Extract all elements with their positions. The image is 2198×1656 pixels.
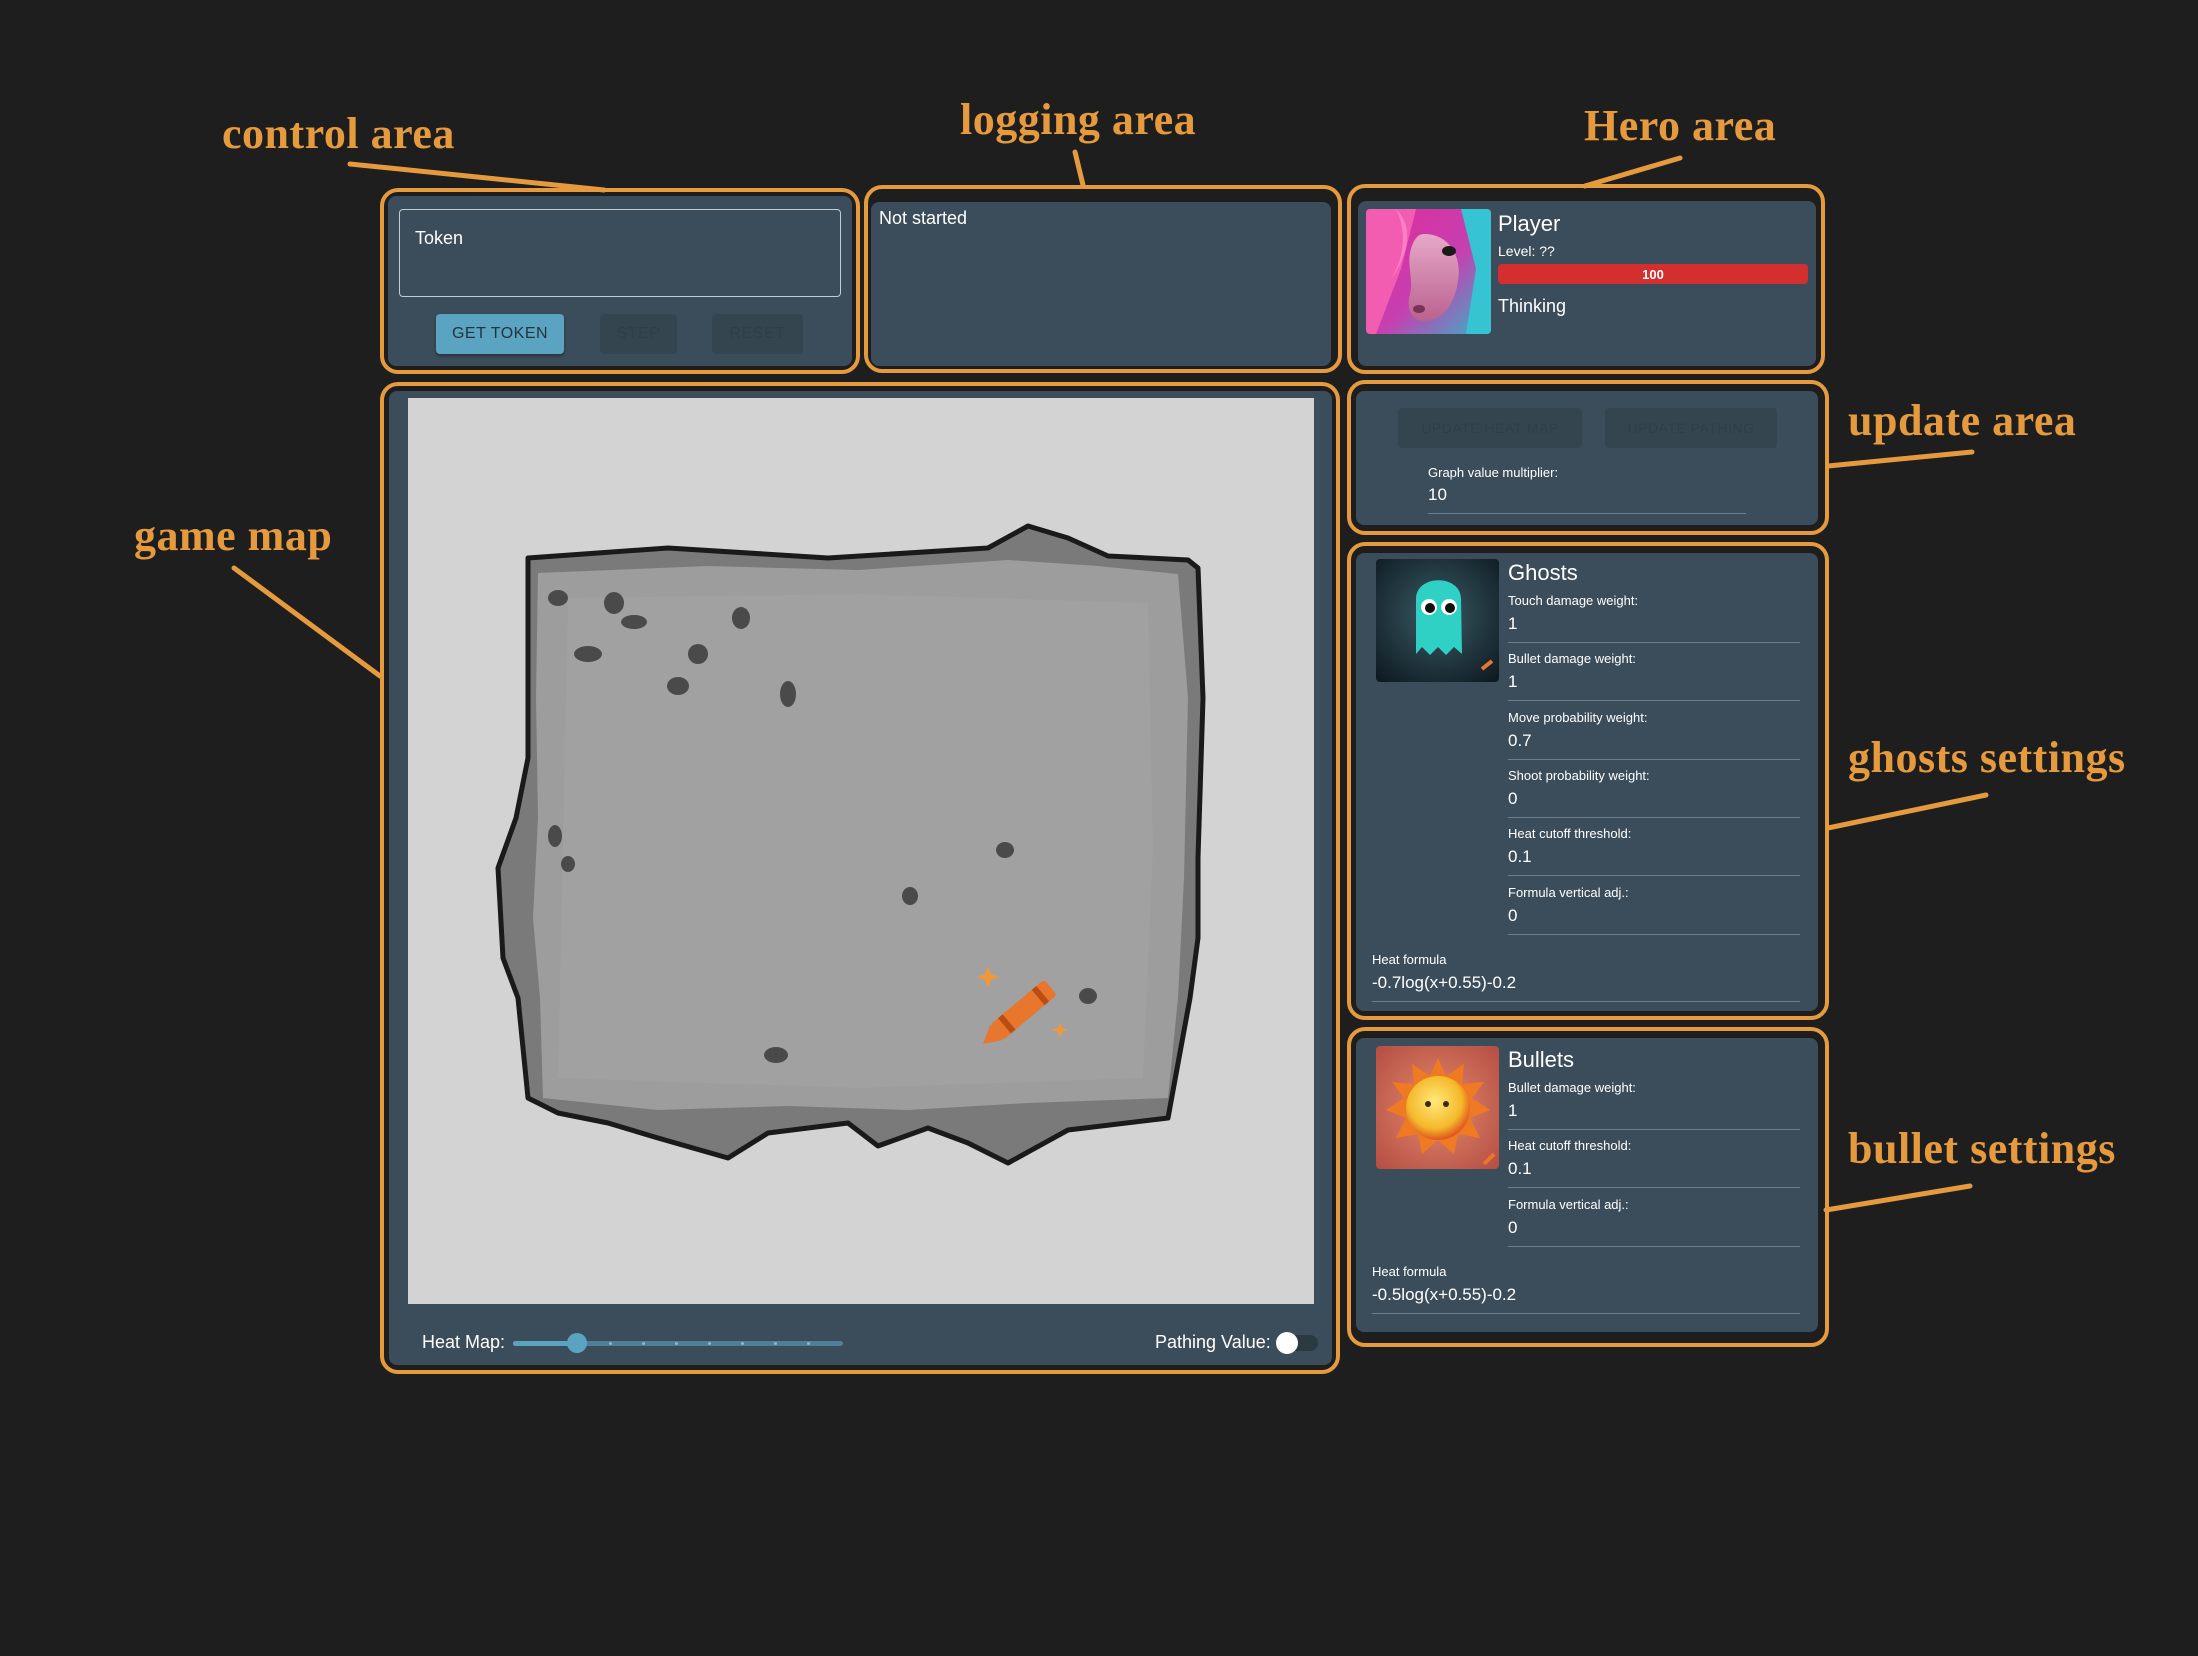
ghost-vertical-adj-input[interactable]: 0 [1508, 906, 1517, 926]
bullet-heat-formula-underline [1372, 1313, 1800, 1314]
heat-map-slider-thumb[interactable] [567, 1333, 587, 1353]
ghost-move-probability-underline [1508, 759, 1800, 760]
ghost-heat-cutoff-input[interactable]: 0.1 [1508, 847, 1532, 867]
ghost-heat-formula-underline [1372, 1001, 1800, 1002]
slider-tick [774, 1342, 777, 1345]
token-input[interactable]: Token [399, 209, 841, 297]
bullet-heat-cutoff-underline [1508, 1187, 1800, 1188]
log-status-text: Not started [879, 208, 968, 228]
bullet-damage-input[interactable]: 1 [1508, 1101, 1517, 1121]
connector-update [1825, 449, 1975, 469]
multiplier-input[interactable]: 10 [1428, 485, 1447, 505]
bullet-vertical-adj-underline [1508, 1246, 1800, 1247]
hero-status: Thinking [1498, 296, 1567, 316]
pathing-toggle-thumb[interactable] [1276, 1332, 1298, 1354]
ghost-shoot-probability-label: Shoot probability weight: [1508, 768, 1650, 783]
bullet-damage-underline [1508, 1129, 1800, 1130]
ghost-shoot-probability-input[interactable]: 0 [1508, 789, 1517, 809]
connector-logging [1072, 149, 1086, 188]
pathing-value-label: Pathing Value: [1155, 1332, 1271, 1352]
get-token-button[interactable]: GET TOKEN [436, 314, 564, 354]
slider-tick [609, 1342, 612, 1345]
connector-ghosts [1825, 792, 1989, 831]
hero-name: Player [1498, 211, 1561, 236]
ghost-move-probability-input[interactable]: 0.7 [1508, 731, 1532, 751]
map-terrain [495, 523, 1206, 1166]
heat-map-label: Heat Map: [422, 1332, 506, 1352]
bullet-heat-formula-input[interactable]: -0.5log(x+0.55)-0.2 [1372, 1285, 1516, 1305]
ghost-heat-formula-input[interactable]: -0.7log(x+0.55)-0.2 [1372, 973, 1516, 993]
hero-level: Level: ?? [1498, 243, 1555, 259]
ghost-bullet-damage-input[interactable]: 1 [1508, 672, 1517, 692]
connector-control [347, 161, 607, 193]
ghost-vertical-adj-label: Formula vertical adj.: [1508, 885, 1629, 900]
bullet-heat-cutoff-input[interactable]: 0.1 [1508, 1159, 1532, 1179]
crayon-icon [977, 966, 1068, 1044]
teal-ghost-avatar-icon [1376, 559, 1499, 682]
bullet-heat-formula-label: Heat formula [1372, 1264, 1447, 1279]
game-map-canvas[interactable] [408, 398, 1314, 1304]
multiplier-label: Graph value multiplier: [1428, 465, 1559, 480]
ghost-move-probability-label: Move probability weight: [1508, 710, 1648, 725]
connector-hero [1582, 155, 1683, 189]
bullets-title: Bullets [1508, 1047, 1575, 1072]
update-heat-map-button[interactable]: UPDATE HEAT MAP [1398, 408, 1582, 448]
fireball-avatar-icon [1376, 1046, 1499, 1169]
hero-avatar [1366, 209, 1491, 334]
bullet-vertical-adj-input[interactable]: 0 [1508, 1218, 1517, 1238]
update-pathing-button[interactable]: UPDATE PATHING [1605, 408, 1777, 448]
ghost-touch-damage-label: Touch damage weight: [1508, 593, 1639, 608]
bullet-heat-cutoff-label: Heat cutoff threshold: [1508, 1138, 1632, 1153]
ghost-avatar [1376, 559, 1499, 682]
bullet-avatar [1376, 1046, 1499, 1169]
ghost-heat-cutoff-underline [1508, 875, 1800, 876]
reset-button[interactable]: RESET [712, 314, 803, 354]
pink-horse-avatar-icon [1366, 209, 1491, 334]
connector-bullets [1823, 1183, 1973, 1213]
ghost-touch-damage-input[interactable]: 1 [1508, 614, 1517, 634]
connector-game-map [231, 565, 383, 679]
ghost-bullet-damage-underline [1508, 700, 1800, 701]
ghost-bullet-damage-label: Bullet damage weight: [1508, 651, 1636, 666]
slider-tick [675, 1342, 678, 1345]
bullet-damage-label: Bullet damage weight: [1508, 1080, 1636, 1095]
ghost-heat-formula-label: Heat formula [1372, 952, 1447, 967]
ghost-vertical-adj-underline [1508, 934, 1800, 935]
slider-tick [741, 1342, 744, 1345]
slider-tick [642, 1342, 645, 1345]
ghost-heat-cutoff-label: Heat cutoff threshold: [1508, 826, 1632, 841]
slider-tick [807, 1342, 810, 1345]
slider-tick [708, 1342, 711, 1345]
token-input-label: Token [415, 228, 464, 248]
ghost-shoot-probability-underline [1508, 817, 1800, 818]
ghost-touch-damage-underline [1508, 642, 1800, 643]
ghosts-title: Ghosts [1508, 560, 1578, 585]
bullet-vertical-adj-label: Formula vertical adj.: [1508, 1197, 1629, 1212]
hero-health-value: 100 [1642, 266, 1664, 282]
multiplier-underline [1428, 513, 1746, 514]
step-button[interactable]: STEP [600, 314, 677, 354]
hero-health-bar: 100 [1498, 264, 1808, 284]
